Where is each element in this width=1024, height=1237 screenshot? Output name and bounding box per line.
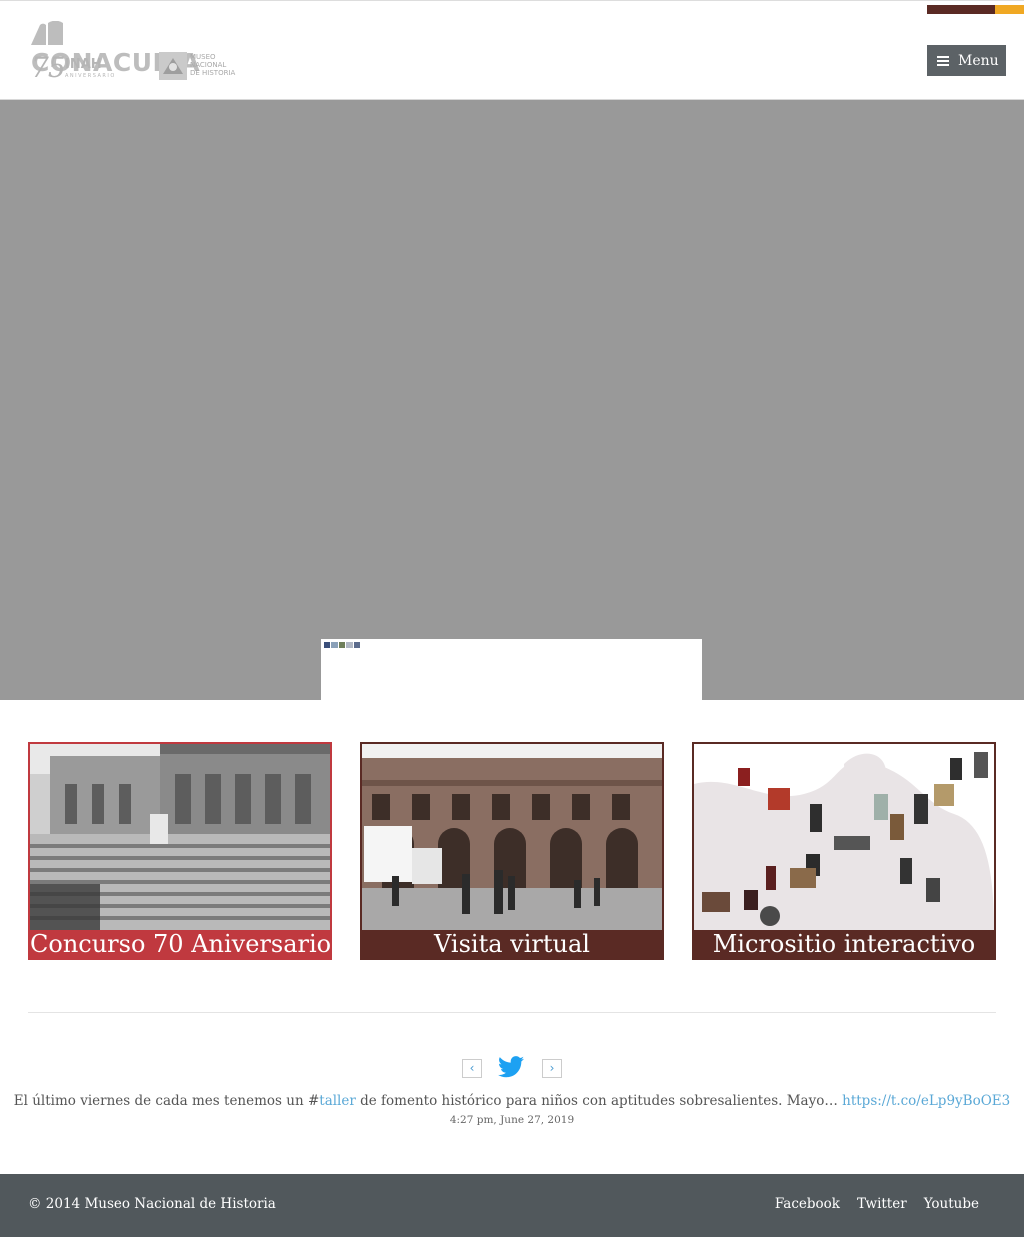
museum-line-3: DE HISTORIA <box>190 69 236 77</box>
card-micrositio[interactable]: Micrositio interactivo <box>692 742 996 960</box>
tweet-next-button[interactable]: › <box>542 1059 562 1078</box>
museum-line-2: NACIONAL <box>190 61 227 69</box>
copyright: © 2014 Museo Nacional de Historia <box>28 1196 276 1212</box>
museum-name: MUSEO NACIONAL DE HISTORIA <box>190 53 240 77</box>
card-caption: Micrositio interactivo <box>694 930 994 958</box>
facebook-link[interactable]: Facebook <box>775 1196 840 1212</box>
menu-label: Menu <box>958 52 999 69</box>
anniversary-number: 75 <box>31 51 66 84</box>
accent-bar <box>927 5 1024 14</box>
hero-slider[interactable] <box>0 100 1024 700</box>
museum-seal-icon <box>159 52 187 80</box>
tweet-timestamp: 4:27 pm, June 27, 2019 <box>449 1114 575 1126</box>
menu-button[interactable]: Menu <box>927 45 1006 76</box>
tweet-url-link[interactable]: https://t.co/eLp9yBoOE3 <box>842 1093 1010 1109</box>
accent-orange <box>995 5 1024 14</box>
card-concurso[interactable]: Concurso 70 Aniversario <box>28 742 332 960</box>
site-footer: © 2014 Museo Nacional de Historia Facebo… <box>0 1174 1024 1237</box>
inah-label: INAH <box>65 57 102 72</box>
tweet-text-end: de fomento histórico para niños con apti… <box>355 1093 843 1109</box>
slide-thumbnail[interactable] <box>324 642 361 648</box>
anniversary-word: ANIVERSARIO <box>65 73 116 79</box>
tweet-text: El último viernes de cada mes tenemos un… <box>0 1093 1024 1109</box>
conaculta-mark-icon <box>31 21 63 45</box>
slider-thumbnail-strip <box>321 639 702 700</box>
card-caption: Visita virtual <box>362 930 662 958</box>
card-image-interactive-map <box>694 744 994 930</box>
accent-maroon <box>927 5 995 14</box>
tweet-prev-button[interactable]: ‹ <box>462 1059 482 1078</box>
museum-line-1: MUSEO <box>190 53 216 61</box>
card-image-castle-courtyard <box>362 744 662 930</box>
card-caption: Concurso 70 Aniversario <box>30 930 332 958</box>
tweet-text-start: El último viernes de cada mes tenemos un… <box>13 1093 320 1109</box>
twitter-bird-icon <box>498 1056 524 1078</box>
section-divider <box>28 1012 996 1013</box>
social-links: Facebook Twitter Youtube <box>775 1196 979 1212</box>
twitter-link[interactable]: Twitter <box>857 1196 907 1212</box>
card-visita-virtual[interactable]: Visita virtual <box>360 742 664 960</box>
site-logo[interactable]: CONACULTA 75 INAH ANIVERSARIO MUSEO NACI… <box>31 19 236 84</box>
site-header: CONACULTA 75 INAH ANIVERSARIO MUSEO NACI… <box>0 1 1024 100</box>
youtube-link[interactable]: Youtube <box>924 1196 979 1212</box>
hashtag-link[interactable]: taller <box>319 1093 356 1109</box>
card-image-historic-crowd <box>30 744 330 930</box>
hamburger-icon <box>937 55 949 66</box>
